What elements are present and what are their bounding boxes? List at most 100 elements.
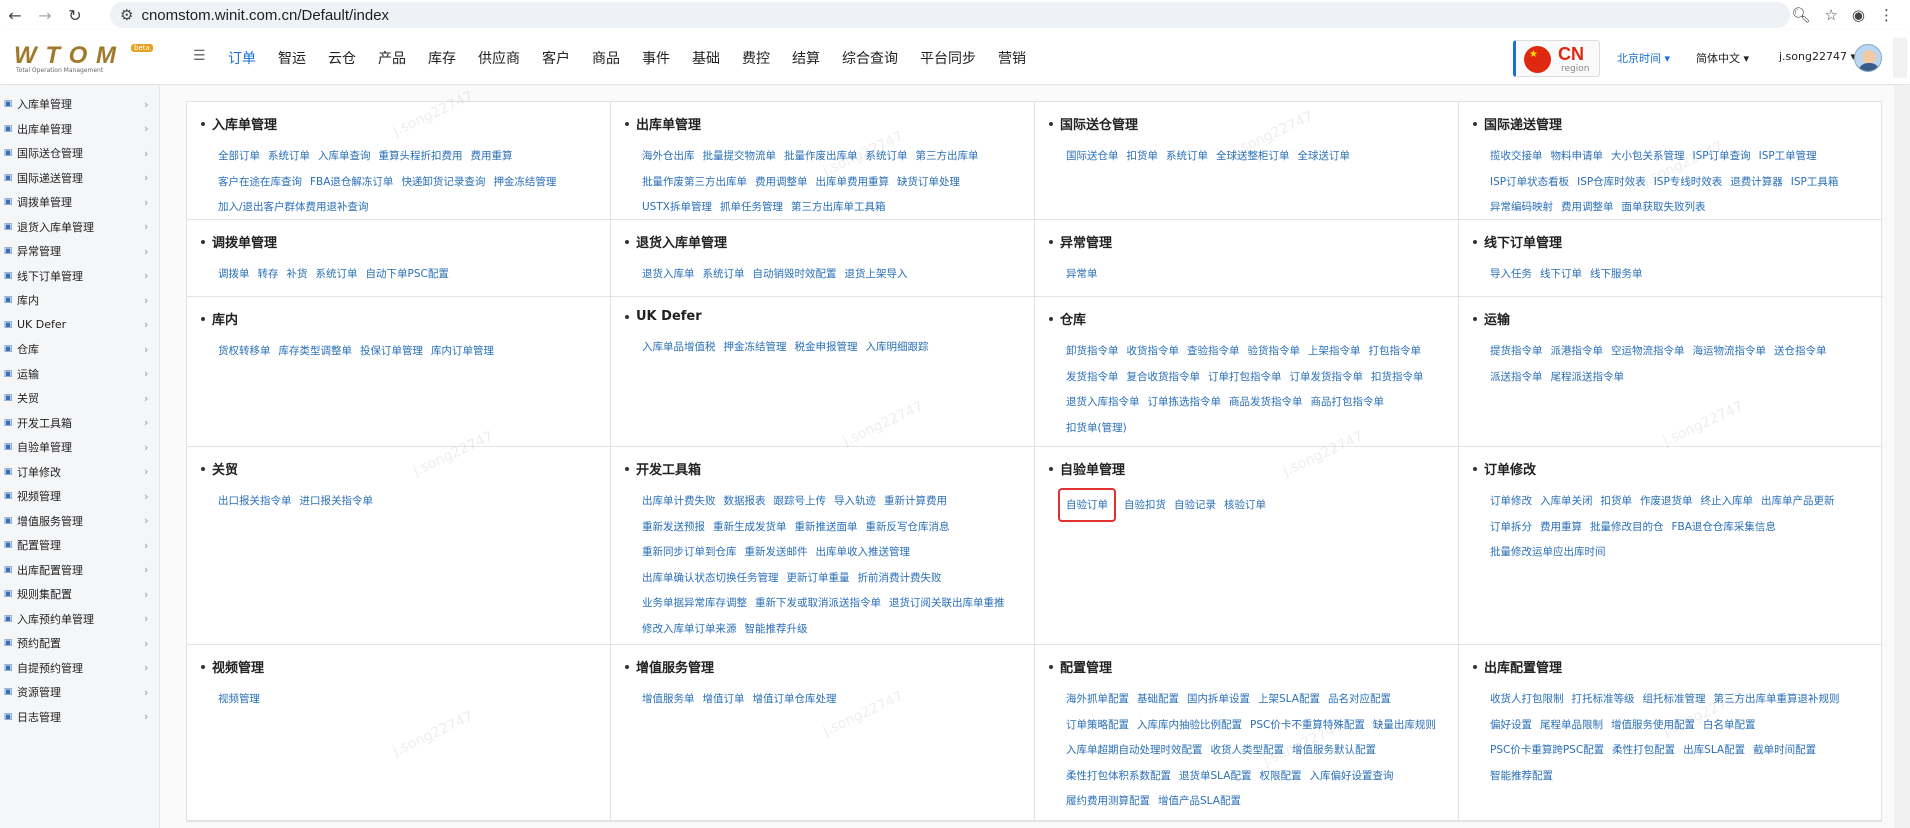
sidebar-item[interactable]: ▣ 关贸 › <box>0 386 159 411</box>
top-menu-item[interactable]: 费控 <box>742 48 770 68</box>
menu-link[interactable]: 白名单配置 <box>1703 713 1756 738</box>
menu-link[interactable]: 柔性打包体积系数配置 <box>1066 764 1171 789</box>
menu-link[interactable]: 加入/退出客户群体费用退补查询 <box>218 195 369 220</box>
sidebar-item[interactable]: ▣ 入库预约单管理 › <box>0 607 159 632</box>
menu-link[interactable]: 退货入库指令单 <box>1066 390 1140 415</box>
menu-link[interactable]: 缺货订单处理 <box>897 170 960 195</box>
menu-link[interactable]: 尾程单品限制 <box>1540 713 1603 738</box>
menu-link[interactable]: 全球送订单 <box>1298 144 1351 169</box>
menu-link[interactable]: 退货上架导入 <box>845 262 908 287</box>
menu-link[interactable]: 派港指令单 <box>1551 339 1604 364</box>
menu-link[interactable]: 上架SLA配置 <box>1258 687 1320 712</box>
sidebar-item[interactable]: ▣ 调拨单管理 › <box>0 190 159 215</box>
menu-link[interactable]: 批量修改运单应出库时间 <box>1490 540 1606 565</box>
menu-link[interactable]: ISP订单查询 <box>1693 144 1751 169</box>
top-menu-item[interactable]: 云仓 <box>328 48 356 68</box>
menu-link[interactable]: 订单策略配置 <box>1066 713 1129 738</box>
menu-link[interactable]: 履约费用测算配置 <box>1066 789 1150 814</box>
menu-link[interactable]: 投保订单管理 <box>360 339 423 364</box>
menu-link[interactable]: 出库单收入推送管理 <box>816 540 911 565</box>
more-menu-icon[interactable]: ⋮ <box>1879 6 1894 24</box>
sidebar-item[interactable]: ▣ 日志管理 › <box>0 705 159 730</box>
sidebar-item[interactable]: ▣ 线下订单管理 › <box>0 264 159 289</box>
menu-link[interactable]: 入库单查询 <box>318 144 371 169</box>
menu-link[interactable]: 第三方出库单工具箱 <box>791 195 886 220</box>
menu-link[interactable]: 复合收货指令单 <box>1127 365 1201 390</box>
top-menu-item[interactable]: 基础 <box>692 48 720 68</box>
menu-link[interactable]: 验货指令单 <box>1248 339 1301 364</box>
site-settings-icon[interactable]: ⚙ <box>120 6 133 24</box>
sidebar-item[interactable]: ▣ 自验单管理 › <box>0 435 159 460</box>
menu-link[interactable]: 系统订单 <box>1166 144 1208 169</box>
menu-link[interactable]: 尾程派送指令单 <box>1551 365 1625 390</box>
top-menu-item[interactable]: 综合查询 <box>842 48 898 68</box>
menu-link[interactable]: 系统订单 <box>268 144 310 169</box>
menu-link[interactable]: 增值订单 <box>703 687 745 712</box>
menu-link[interactable]: 重新同步订单到仓库 <box>642 540 737 565</box>
menu-link[interactable]: 增值订单仓库处理 <box>753 687 837 712</box>
menu-link[interactable]: 重算头程折扣费用 <box>379 144 463 169</box>
menu-link[interactable]: ISP仓库时效表 <box>1577 170 1646 195</box>
menu-link[interactable]: 扣货单(管理) <box>1066 416 1127 441</box>
menu-link[interactable]: ISP工单管理 <box>1759 144 1817 169</box>
menu-link[interactable]: 面单获取失败列表 <box>1622 195 1706 220</box>
menu-link[interactable]: 增值服务单 <box>642 687 695 712</box>
menu-link[interactable]: 异常编码映射 <box>1490 195 1553 220</box>
menu-link[interactable]: 第三方出库单重算退补规则 <box>1714 687 1840 712</box>
menu-link[interactable]: 批量作废第三方出库单 <box>642 170 747 195</box>
menu-link[interactable]: 出库单产品更新 <box>1761 489 1835 514</box>
menu-link[interactable]: 自验订单 <box>1058 488 1116 522</box>
menu-link[interactable]: 海外抓单配置 <box>1066 687 1129 712</box>
menu-link[interactable]: 智能推荐配置 <box>1490 764 1553 789</box>
menu-toggle-icon[interactable]: ☰ <box>193 48 206 64</box>
header-scrollbar[interactable] <box>1893 38 1907 78</box>
menu-link[interactable]: 增值服务默认配置 <box>1292 738 1376 763</box>
menu-link[interactable]: 折前消费计费失败 <box>858 566 942 591</box>
menu-link[interactable]: 修改入库单订单来源 <box>642 617 737 642</box>
menu-link[interactable]: ISP订单状态看板 <box>1490 170 1569 195</box>
menu-link[interactable]: 物料申请单 <box>1551 144 1604 169</box>
menu-link[interactable]: 入库单超期自动处理时效配置 <box>1066 738 1203 763</box>
menu-link[interactable]: 第三方出库单 <box>916 144 979 169</box>
menu-link[interactable]: 退费计算器 <box>1730 170 1783 195</box>
menu-link[interactable]: 导入轨迹 <box>834 489 876 514</box>
region-selector[interactable]: ★ CN region <box>1513 40 1600 77</box>
menu-link[interactable]: 订单拣选指令单 <box>1148 390 1222 415</box>
menu-link[interactable]: 扣货指令单 <box>1371 365 1424 390</box>
sidebar-item[interactable]: ▣ 出库单管理 › <box>0 117 159 142</box>
forward-icon[interactable]: → <box>30 0 60 30</box>
menu-link[interactable]: 收货人类型配置 <box>1211 738 1285 763</box>
menu-link[interactable]: PSC价卡重算跨PSC配置 <box>1490 738 1604 763</box>
menu-link[interactable]: 重新推送面单 <box>795 515 858 540</box>
top-menu-item[interactable]: 客户 <box>542 48 570 68</box>
sidebar-item[interactable]: ▣ 订单修改 › <box>0 460 159 485</box>
menu-link[interactable]: 收货人打包限制 <box>1490 687 1564 712</box>
menu-link[interactable]: 商品发货指令单 <box>1229 390 1303 415</box>
menu-link[interactable]: 库内订单管理 <box>431 339 494 364</box>
menu-link[interactable]: 入库库内抽验比例配置 <box>1137 713 1242 738</box>
menu-link[interactable]: 重新生成发货单 <box>713 515 787 540</box>
menu-link[interactable]: 补货 <box>287 262 308 287</box>
sidebar-item[interactable]: ▣ 配置管理 › <box>0 533 159 558</box>
menu-link[interactable]: 商品打包指令单 <box>1311 390 1385 415</box>
menu-link[interactable]: 库存类型调整单 <box>279 339 353 364</box>
menu-link[interactable]: 更新订单重量 <box>787 566 850 591</box>
menu-link[interactable]: 批量提交物流单 <box>703 144 777 169</box>
page-scrollbar[interactable] <box>1894 86 1910 828</box>
menu-link[interactable]: 缺量出库规则 <box>1373 713 1436 738</box>
sidebar-item[interactable]: ▣ 入库单管理 › <box>0 92 159 117</box>
menu-link[interactable]: 发货指令单 <box>1066 365 1119 390</box>
menu-link[interactable]: 柔性打包配置 <box>1612 738 1675 763</box>
menu-link[interactable]: 调拨单 <box>218 262 250 287</box>
sidebar-item[interactable]: ▣ 仓库 › <box>0 337 159 362</box>
sidebar-item[interactable]: ▣ 增值服务管理 › <box>0 509 159 534</box>
sidebar-item[interactable]: ▣ 库内 › <box>0 288 159 313</box>
menu-link[interactable]: 押金冻结管理 <box>724 335 787 360</box>
menu-link[interactable]: 国际送仓单 <box>1066 144 1119 169</box>
profile-icon[interactable]: ◉ <box>1852 6 1865 24</box>
menu-link[interactable]: 组托标准管理 <box>1643 687 1706 712</box>
menu-link[interactable]: 查验指令单 <box>1187 339 1240 364</box>
menu-link[interactable]: FBA退仓仓库采集信息 <box>1672 515 1776 540</box>
menu-link[interactable]: 费用重算 <box>1540 515 1582 540</box>
menu-link[interactable]: 国内拆单设置 <box>1187 687 1250 712</box>
